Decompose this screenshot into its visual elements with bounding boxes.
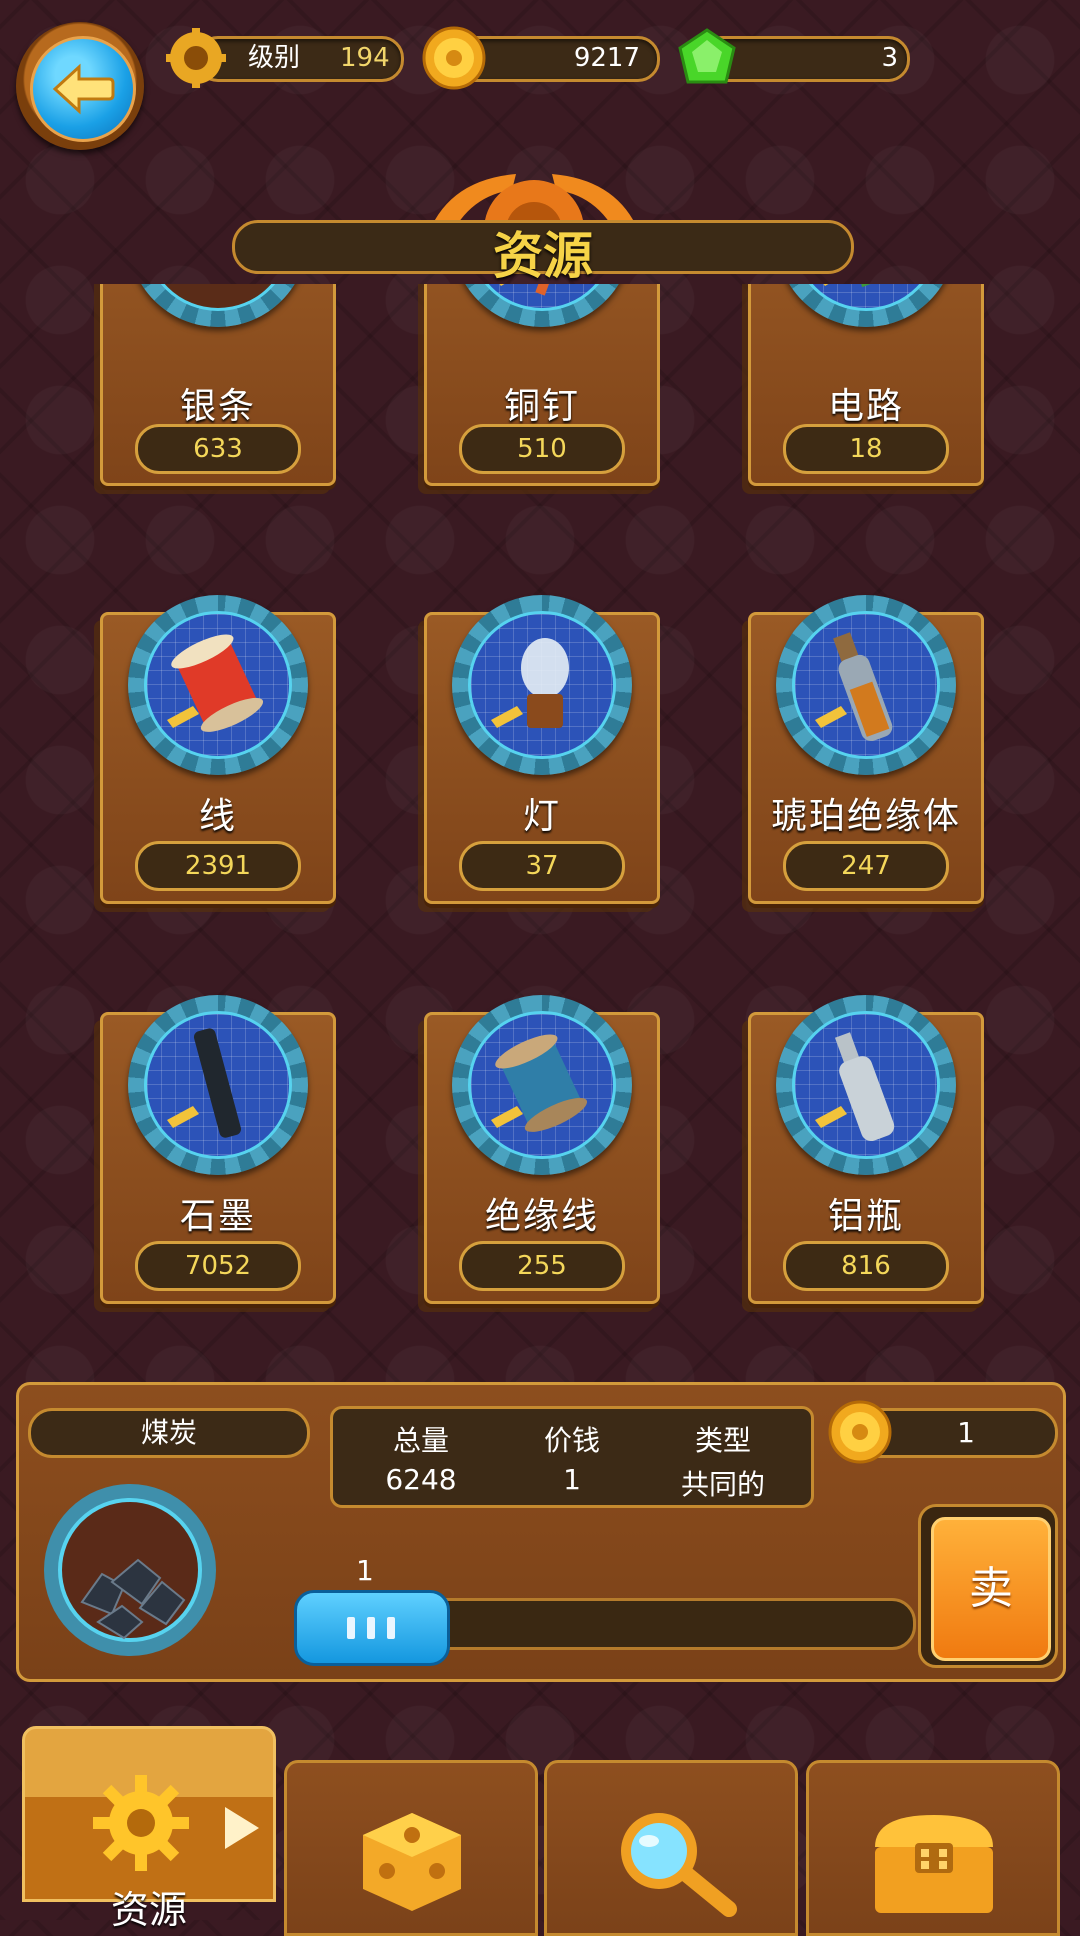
circuit-icon [792, 284, 940, 311]
resource-card[interactable]: 铝瓶 816 [748, 995, 984, 1304]
resource-name: 绝缘线 [484, 1196, 599, 1237]
resource-count: 18 [783, 424, 949, 474]
thread-spool-icon [144, 611, 292, 759]
stat-value-total: 6248 [385, 1463, 457, 1496]
copper-nail-icon [468, 284, 616, 311]
tab-resources-label: 资源 [110, 1888, 187, 1932]
gear-frame [776, 995, 956, 1175]
resource-count: 37 [459, 841, 625, 891]
gear-frame [452, 284, 632, 327]
gems-value: 3 [881, 43, 898, 73]
level-gear-icon [166, 28, 226, 88]
light-bulb-icon [468, 611, 616, 759]
resource-count: 255 [459, 1241, 625, 1291]
resource-card[interactable]: 绝缘线 255 [424, 995, 660, 1304]
resource-card[interactable]: 铜钉 510 [424, 284, 660, 486]
tab-chest[interactable] [806, 1760, 1060, 1936]
chevron-right-icon [221, 1805, 261, 1851]
dice-icon [357, 1807, 467, 1917]
grip-icon [347, 1617, 395, 1639]
resource-count: 2391 [135, 841, 301, 891]
gear-frame [128, 995, 308, 1175]
sell-button[interactable]: 卖 [918, 1504, 1058, 1668]
resource-name: 线 [198, 796, 237, 837]
resource-count: 7052 [135, 1241, 301, 1291]
resource-card[interactable]: 电路 18 [748, 284, 984, 486]
gear-frame [776, 595, 956, 775]
graphite-rod-icon [144, 1011, 292, 1159]
gear-frame [128, 284, 308, 327]
stat-value-price: 1 [563, 1463, 581, 1496]
gear-frame [128, 595, 308, 775]
aluminum-bottle-icon [792, 1011, 940, 1159]
gear-frame [452, 595, 632, 775]
back-arrow-icon [30, 36, 136, 142]
resource-grid[interactable]: 银条 633 铜钉 510 电路 18 线 2391 灯 37 琥珀绝缘体 24… [0, 284, 1080, 1324]
resource-card[interactable]: 琥珀绝缘体 247 [748, 595, 984, 904]
tab-search[interactable] [544, 1760, 798, 1936]
stats-box: 总量 价钱 类型 6248 1 共同的 [330, 1406, 814, 1508]
resource-count: 247 [783, 841, 949, 891]
resource-name: 电路 [827, 386, 904, 427]
magnifier-icon [611, 1809, 741, 1919]
coins-value: 9217 [573, 43, 640, 73]
page-title: 资源 [493, 227, 593, 285]
level-label: 级别 [248, 43, 301, 73]
stat-value-type: 共同的 [680, 1468, 765, 1501]
resource-name: 灯 [522, 796, 561, 837]
resource-count: 633 [135, 424, 301, 474]
gear-frame [776, 284, 956, 327]
silver-bar-icon [144, 284, 292, 311]
resource-count: 510 [459, 424, 625, 474]
resource-name: 银条 [179, 386, 256, 427]
stat-header-type: 类型 [694, 1424, 751, 1457]
gear-frame [452, 995, 632, 1175]
resource-card[interactable]: 银条 633 [100, 284, 336, 486]
coin-icon [422, 26, 486, 90]
resource-card[interactable]: 石墨 7052 [100, 995, 336, 1304]
resource-name: 铝瓶 [827, 1196, 904, 1237]
coin-icon [828, 1400, 892, 1464]
slider-value: 1 [356, 1554, 374, 1587]
stat-header-total: 总量 [392, 1424, 449, 1457]
resource-name: 铜钉 [503, 386, 580, 427]
tab-resources[interactable]: 资源 [22, 1726, 276, 1932]
sell-total-value: 1 [957, 1416, 975, 1449]
resource-card[interactable]: 线 2391 [100, 595, 336, 904]
resource-name: 琥珀绝缘体 [770, 796, 961, 837]
gem-icon [674, 26, 740, 92]
chest-icon [869, 1807, 999, 1917]
quantity-slider-thumb[interactable] [294, 1590, 450, 1666]
selected-resource-name: 煤炭 [28, 1408, 310, 1458]
amber-bottle-icon [792, 611, 940, 759]
resource-count: 816 [783, 1241, 949, 1291]
tab-dice[interactable] [284, 1760, 538, 1936]
coal-icon [42, 1482, 218, 1658]
insulated-wire-icon [468, 1011, 616, 1159]
resource-name: 石墨 [179, 1196, 256, 1237]
stat-header-price: 价钱 [543, 1424, 600, 1457]
back-button[interactable] [16, 22, 144, 150]
resource-card[interactable]: 灯 37 [424, 595, 660, 904]
level-value: 194 [340, 43, 390, 73]
sell-button-label: 卖 [931, 1517, 1051, 1661]
gear-icon [93, 1775, 189, 1871]
